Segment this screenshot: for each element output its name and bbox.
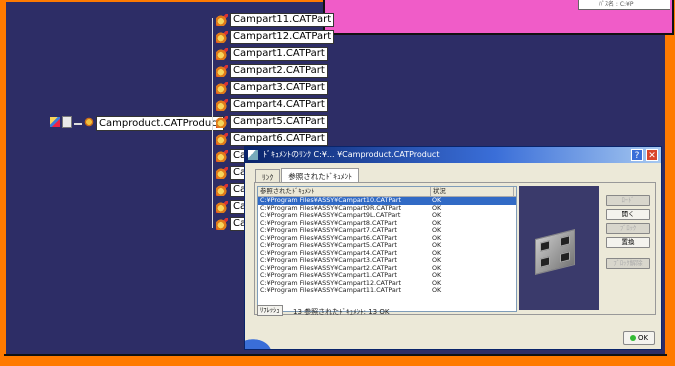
- part-icon: [216, 99, 228, 111]
- part-icon: [216, 65, 228, 77]
- tree-root-icons: [50, 115, 94, 129]
- list-item[interactable]: C:¥Program Files¥ASSY¥Campart3.CATPart OK: [258, 257, 516, 265]
- part-icon: [216, 218, 228, 230]
- documents-list[interactable]: 参照されたﾄﾞｷｭﾒﾝﾄ 状況 C:¥Program Files¥ASSY¥Ca…: [257, 186, 517, 312]
- part-icon: [216, 48, 228, 60]
- tree-node[interactable]: Campart4.CATPart: [216, 98, 328, 112]
- part-icon: [216, 150, 228, 162]
- tree-node[interactable]: Campart11.CATPart: [216, 13, 335, 27]
- part-icon: [216, 184, 228, 196]
- open-button[interactable]: 開く: [606, 209, 650, 220]
- list-item[interactable]: C:¥Program Files¥ASSY¥Campart9R.CATPart O…: [258, 205, 516, 213]
- help-button[interactable]: ?: [631, 149, 643, 161]
- product-icon: [84, 117, 94, 127]
- document-icon: [62, 116, 72, 128]
- tree-node[interactable]: Campart2.CATPart: [216, 64, 328, 78]
- ok-button[interactable]: OK: [623, 331, 655, 345]
- tab-panel: 参照されたﾄﾞｷｭﾒﾝﾄ 状況 C:¥Program Files¥ASSY¥Ca…: [254, 182, 656, 315]
- part-icon: [216, 14, 228, 26]
- list-item[interactable]: C:¥Program Files¥ASSY¥Campart12.CATPart O…: [258, 280, 516, 288]
- part-icon: [216, 116, 228, 128]
- catia-logo: [245, 329, 285, 349]
- list-item[interactable]: C:¥Program Files¥ASSY¥Campart2.CATPart OK: [258, 265, 516, 273]
- part-icon: [216, 167, 228, 179]
- column-header-document[interactable]: 参照されたﾄﾞｷｭﾒﾝﾄ: [258, 187, 431, 196]
- tree-node[interactable]: Campart6.CATPart: [216, 132, 328, 146]
- action-buttons: ﾛｰﾄﾞ 開く ﾌﾞﾛｯｸ 置換 ﾌﾞﾛｯｸ解除: [606, 195, 650, 272]
- tree-branch-line: [212, 18, 213, 228]
- list-item[interactable]: C:¥Program Files¥ASSY¥Campart9L.CATPart O…: [258, 212, 516, 220]
- replace-button[interactable]: 置換: [606, 237, 650, 248]
- links-dialog: ﾄﾞｷｭﾒﾝﾄのﾘﾝｸ C:¥... ¥Camproduct.CATProduc…: [244, 146, 662, 350]
- part-icon: [216, 133, 228, 145]
- list-item[interactable]: C:¥Program Files¥ASSY¥Campart11.CATPart O…: [258, 287, 516, 295]
- application-icon: [50, 117, 60, 127]
- part-icon: [216, 201, 228, 213]
- background-window: ﾊﾟｽ名 : C:¥P: [323, 0, 674, 35]
- list-item[interactable]: C:¥Program Files¥ASSY¥Campart6.CATPart OK: [258, 235, 516, 243]
- background-window-path: ﾊﾟｽ名 : C:¥P: [578, 0, 670, 10]
- dialog-app-icon: [248, 150, 258, 160]
- part-icon: [216, 82, 228, 94]
- list-item[interactable]: C:¥Program Files¥ASSY¥Campart7.CATPart OK: [258, 227, 516, 235]
- list-item[interactable]: C:¥Program Files¥ASSY¥Campart10.CATPart O…: [258, 197, 516, 205]
- list-item[interactable]: C:¥Program Files¥ASSY¥Campart8.CATPart OK: [258, 220, 516, 228]
- unblock-button[interactable]: ﾌﾞﾛｯｸ解除: [606, 258, 650, 269]
- refresh-button[interactable]: ﾘﾌﾚｯｼｭ: [257, 305, 283, 316]
- block-button[interactable]: ﾌﾞﾛｯｸ: [606, 223, 650, 234]
- ok-check-icon: [629, 335, 636, 341]
- close-button[interactable]: ✕: [646, 149, 658, 161]
- part-thumbnail: [535, 229, 575, 275]
- part-preview: [519, 186, 599, 310]
- tree-node[interactable]: Campart12.CATPart: [216, 30, 335, 44]
- tree-node[interactable]: Campart3.CATPart: [216, 81, 328, 95]
- part-icon: [216, 31, 228, 43]
- dialog-titlebar[interactable]: ﾄﾞｷｭﾒﾝﾄのﾘﾝｸ C:¥... ¥Camproduct.CATProduc…: [245, 147, 661, 163]
- tree-root-product[interactable]: Camproduct.CATProduct: [96, 116, 224, 131]
- dialog-title: ﾄﾞｷｭﾒﾝﾄのﾘﾝｸ C:¥... ¥Camproduct.CATProduc…: [263, 150, 440, 159]
- column-header-status[interactable]: 状況: [431, 187, 514, 196]
- connector-icon: [74, 123, 82, 125]
- status-text: 13 参照されたﾄﾞｷｭﾒﾝﾄ: 13 OK: [293, 308, 390, 316]
- list-header: 参照されたﾄﾞｷｭﾒﾝﾄ 状況: [258, 187, 516, 197]
- tree-node[interactable]: Campart1.CATPart: [216, 47, 328, 61]
- list-item[interactable]: C:¥Program Files¥ASSY¥Campart4.CATPart OK: [258, 250, 516, 258]
- list-item[interactable]: C:¥Program Files¥ASSY¥Campart1.CATPart OK: [258, 272, 516, 280]
- tree-node[interactable]: Campart5.CATPart: [216, 115, 328, 129]
- load-button[interactable]: ﾛｰﾄﾞ: [606, 195, 650, 206]
- list-item[interactable]: C:¥Program Files¥ASSY¥Campart5.CATPart OK: [258, 242, 516, 250]
